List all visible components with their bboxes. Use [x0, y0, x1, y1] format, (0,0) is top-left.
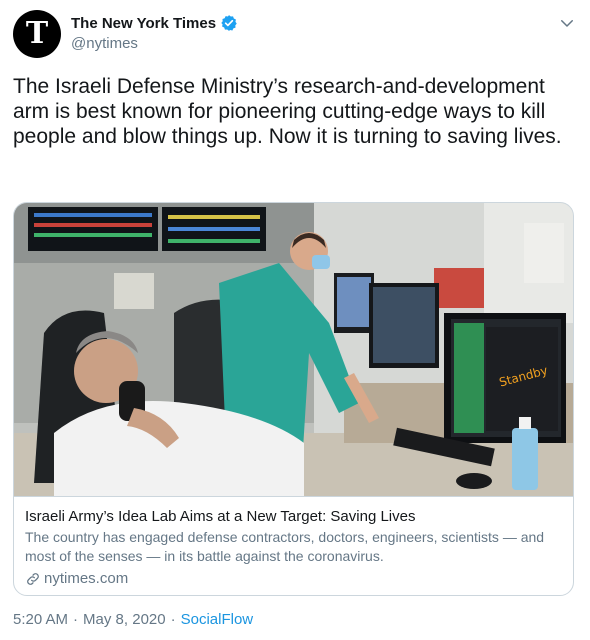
account-name[interactable]: The New York Times: [71, 15, 216, 32]
card-text-area[interactable]: Israeli Army’s Idea Lab Aims at a New Ta…: [14, 496, 573, 595]
tweet-time[interactable]: 5:20 AM: [13, 611, 68, 628]
card-description: The country has engaged defense contract…: [25, 529, 545, 564]
meta-separator: ·: [73, 611, 79, 628]
tweet-text: The Israeli Defense Ministry’s research-…: [13, 75, 562, 148]
article-image[interactable]: Standby: [14, 203, 574, 496]
nyt-logo-letter: T: [25, 16, 49, 51]
link-card[interactable]: Standby Israeli Army’s Idea Lab Aims at …: [13, 202, 574, 596]
tweet-meta: 5:20 AM · May 8, 2020 · SocialFlow: [13, 611, 253, 628]
account-handle[interactable]: @nytimes: [71, 35, 138, 52]
card-domain-row[interactable]: nytimes.com: [25, 570, 564, 587]
meta-separator: ·: [170, 611, 176, 628]
link-icon: [27, 572, 39, 585]
chevron-down-icon[interactable]: [558, 14, 576, 32]
verified-badge-icon: [221, 15, 237, 31]
card-title[interactable]: Israeli Army’s Idea Lab Aims at a New Ta…: [25, 507, 564, 527]
tweet-source[interactable]: SocialFlow: [181, 611, 254, 628]
account-name-row[interactable]: The New York Times: [71, 14, 238, 32]
card-domain[interactable]: nytimes.com: [44, 570, 128, 587]
avatar[interactable]: T: [13, 10, 61, 58]
tweet-date[interactable]: May 8, 2020: [83, 611, 166, 628]
